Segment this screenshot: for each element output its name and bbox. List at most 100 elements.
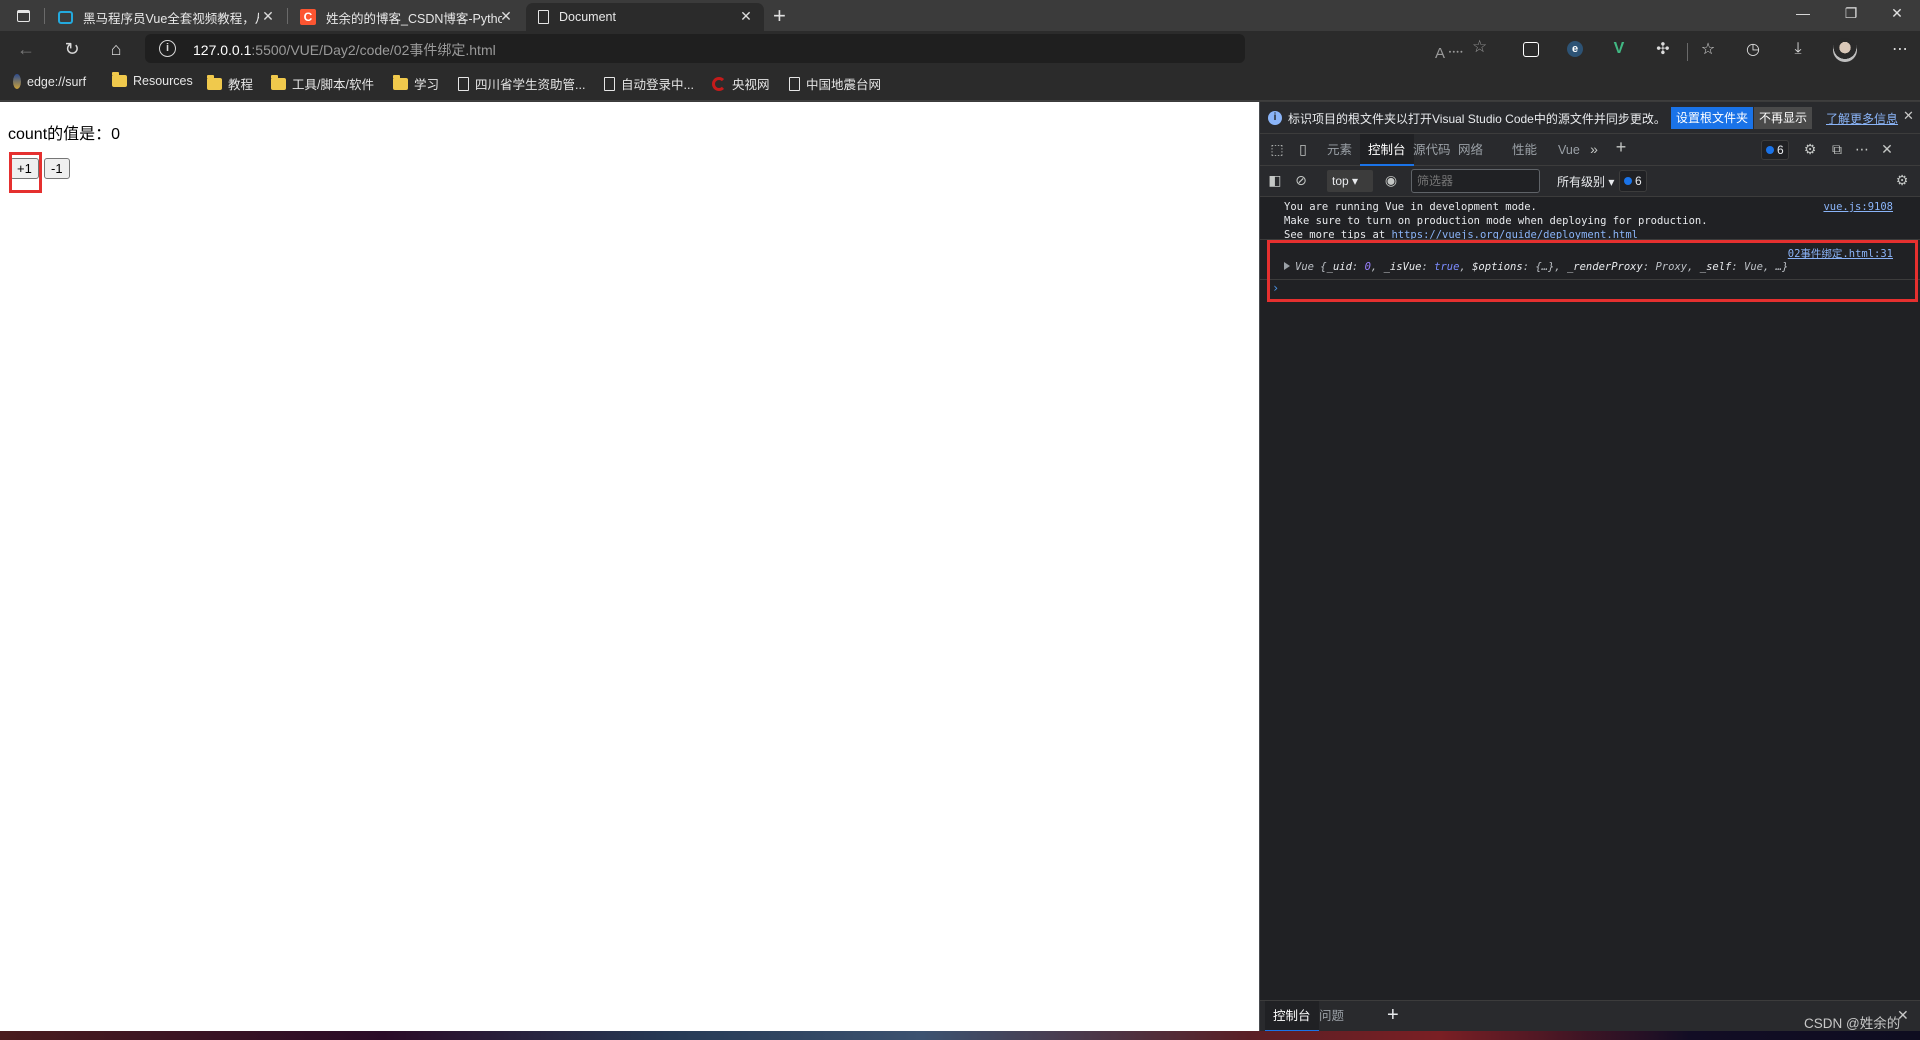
more-options-icon[interactable]: ⋯ [1852,141,1872,158]
tab-title: 黑马程序员Vue全套视频教程，从 [83,11,259,26]
address-bar[interactable]: i 127.0.0.1:5500/VUE/Day2/code/02事件绑定.ht… [145,34,1245,63]
bookmark-item[interactable]: 自动登录中... [604,74,694,93]
drawer-tab-issues[interactable]: 问题 [1311,1001,1352,1032]
console-issues-badge[interactable]: 6 [1619,170,1647,192]
count-display: count的值是：0 [8,126,121,143]
refresh-button[interactable]: ↻ [60,37,84,61]
read-aloud-icon[interactable]: A᠁ [1435,37,1463,63]
tab-close-icon[interactable]: ✕ [498,8,514,25]
sidebar-toggle-icon[interactable]: ◧ [1265,172,1285,189]
devtools-tab-network[interactable]: 网络 [1450,134,1491,166]
bookmark-item[interactable]: 四川省学生资助管... [458,74,585,93]
tab-close-icon[interactable]: ✕ [738,8,754,25]
desktop-wallpaper-strip [0,1031,1920,1040]
extension-icon[interactable] [1520,38,1542,60]
bookmark-folder[interactable]: 工具/脚本/软件 [271,74,374,93]
folder-icon [207,74,222,90]
drawer-close-icon[interactable]: ✕ [1897,1007,1909,1024]
devtools-tab-elements[interactable]: 元素 [1319,134,1360,166]
tab-close-icon[interactable]: ✕ [260,8,276,25]
customize-icon[interactable]: ⧉ [1827,141,1847,158]
downloads-icon[interactable]: ⤓ [1787,38,1809,60]
dont-show-again-button[interactable]: 不再显示 [1754,107,1813,129]
bookmark-item[interactable]: 中国地震台网 [789,74,881,93]
info-icon: i [1268,111,1282,125]
profile-avatar[interactable] [1833,38,1857,62]
bilibili-icon [58,10,73,24]
tab-title: Document [559,10,616,24]
address-url[interactable]: 127.0.0.1:5500/VUE/Day2/code/02事件绑定.html [193,40,496,60]
back-button[interactable]: ← [14,37,38,61]
page-icon [789,76,800,91]
restore-button[interactable]: ❐ [1841,5,1861,22]
minimize-button[interactable]: — [1793,5,1813,21]
site-info-icon[interactable]: i [159,40,176,57]
page-icon [538,10,549,24]
extension-e-icon[interactable]: e [1564,38,1586,60]
devtools-tab-performance[interactable]: 性能 [1504,134,1545,166]
console-settings-icon[interactable]: ⚙ [1892,172,1912,189]
new-tab-button[interactable]: + [773,3,786,29]
folder-icon [112,72,127,87]
infobar-close-icon[interactable]: ✕ [1903,108,1914,124]
highlight-box [9,152,42,193]
context-value: top [1332,174,1349,188]
console-output: You are running Vue in development mode.… [1260,197,1920,1000]
bookmark-label: 央视网 [732,78,770,92]
bookmark-label: 工具/脚本/软件 [292,78,374,92]
tab-actions-button[interactable] [10,6,36,26]
add-tab-icon[interactable]: + [1611,137,1631,158]
bookmark-folder[interactable]: 学习 [393,74,439,93]
issues-count: 6 [1635,174,1642,188]
browser-tab-strip: 黑马程序员Vue全套视频教程，从 ✕ C 姓余的的博客_CSDN博客-Pytho… [0,0,1920,31]
decrement-button[interactable]: -1 [44,158,70,179]
vue-devtools-icon[interactable]: V [1608,38,1630,60]
issue-dot-icon [1766,146,1774,154]
close-devtools-icon[interactable]: ✕ [1877,141,1897,158]
bookmark-folder[interactable]: 教程 [207,74,253,93]
browser-tab[interactable]: 黑马程序员Vue全套视频教程，从 ✕ [46,3,286,31]
home-button[interactable]: ⌂ [104,37,128,61]
toolbar-separator [1687,43,1688,61]
source-link[interactable]: vue.js:9108 [1823,201,1893,213]
extensions-icon[interactable]: ✣ [1652,38,1674,60]
inspect-element-icon[interactable]: ⬚ [1267,141,1287,158]
more-menu-icon[interactable]: ⋯ [1889,38,1911,60]
deployment-link[interactable]: https://vuejs.org/guide/deployment.html [1391,229,1638,239]
device-toolbar-icon[interactable]: ▯ [1293,141,1313,158]
add-favorite-icon[interactable]: ☆ [1472,37,1487,57]
drawer-add-icon[interactable]: + [1387,1004,1399,1027]
dropdown-caret-icon: ▾ [1352,174,1359,188]
folder-icon [271,74,286,90]
browser-toolbar: ← ↻ ⌂ i 127.0.0.1:5500/VUE/Day2/code/02事… [0,31,1920,66]
url-host: 127.0.0.1 [193,42,252,58]
live-expression-eye-icon[interactable]: ◉ [1381,172,1401,189]
close-window-button[interactable]: ✕ [1887,5,1907,22]
issues-badge[interactable]: 6 [1761,140,1789,160]
settings-gear-icon[interactable]: ⚙ [1800,141,1820,158]
console-text: See more tips at https://vuejs.org/guide… [1284,229,1638,239]
console-filter-input[interactable] [1411,169,1540,193]
log-levels-dropdown[interactable]: 所有级别 ▾ [1557,173,1614,190]
devtools-drawer: 控制台 问题 + CSDN @姓余的 ✕ [1260,1000,1920,1032]
browser-tab[interactable]: C 姓余的的博客_CSDN博客-Python ✕ [288,3,524,31]
cctv-icon [712,76,726,91]
history-icon[interactable]: ◷ [1742,38,1764,60]
bookmark-item[interactable]: 央视网 [712,74,770,93]
bookmark-label: 四川省学生资助管... [475,78,586,92]
learn-more-link[interactable]: 了解更多信息 [1826,110,1898,127]
more-tabs-icon[interactable]: » [1584,141,1604,157]
context-selector[interactable]: top ▾ [1327,170,1373,192]
bookmark-item[interactable]: edge://surf [13,74,86,89]
bookmark-label: 自动登录中... [621,78,694,92]
home-icon: ⌂ [110,39,122,59]
browser-tab-active[interactable]: Document ✕ [526,3,764,31]
set-root-folder-button[interactable]: 设置根文件夹 [1671,107,1754,129]
clear-console-icon[interactable]: ⊘ [1291,172,1311,189]
tab-actions-icon [16,10,30,22]
bookmark-folder[interactable]: Resources [112,72,193,88]
page-icon [458,76,469,91]
tab-separator [44,8,45,24]
favorites-icon[interactable]: ☆ [1697,38,1719,60]
devtools-tab-vue[interactable]: Vue [1550,134,1588,166]
